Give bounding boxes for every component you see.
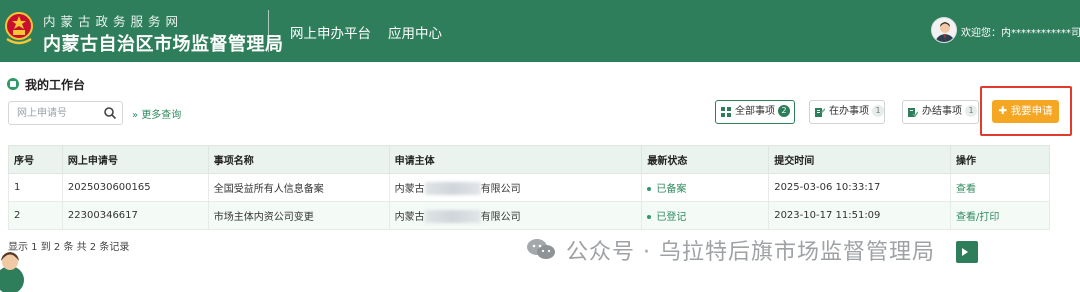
filter-in-progress[interactable]: 在办事项 1	[809, 100, 885, 124]
status-text: 已备案	[656, 184, 687, 195]
redacted-blur	[424, 182, 481, 196]
site-title: 内蒙古自治区市场监督管理局	[43, 34, 284, 55]
doc-edit-icon	[815, 108, 825, 117]
view-link[interactable]: 查看	[956, 184, 976, 195]
cell-status: 已登记	[641, 201, 770, 230]
subject-prefix: 内蒙古	[394, 183, 425, 195]
pagination-summary: 显示 1 到 2 条 共 2 条记录	[8, 242, 130, 253]
col-header-no: 序号	[8, 145, 63, 174]
watermark-text: 公众号 · 乌拉特后旗市场监督管理局	[566, 240, 935, 265]
avatar[interactable]	[931, 17, 957, 43]
status-dot-icon	[647, 187, 652, 191]
assistant-icon	[0, 252, 24, 292]
cell-item: 市场主体内资公司变更	[207, 201, 390, 230]
filter-all-count: 2	[778, 105, 790, 117]
table-row: 2 22300346617 市场主体内资公司变更 内蒙古 有限公司 已登记 202…	[8, 201, 1050, 230]
next-page-button[interactable]	[956, 241, 978, 263]
col-header-status: 最新状态	[641, 145, 770, 174]
doc-check-icon	[908, 108, 918, 117]
grid-icon	[721, 107, 731, 117]
welcome-text: 欢迎您：内************司	[961, 28, 1080, 39]
filter-completed[interactable]: 办结事项 1	[902, 100, 979, 124]
search-box	[8, 101, 123, 125]
national-emblem-logo	[5, 12, 33, 45]
cell-action: 查看	[950, 173, 1050, 202]
cell-item: 全国受益所有人信息备案	[207, 173, 390, 202]
more-query-link[interactable]: » 更多查询	[132, 106, 181, 121]
filter-all-label: 全部事项	[735, 106, 775, 117]
col-header-time: 提交时间	[768, 145, 952, 174]
workbench-icon	[7, 78, 19, 90]
plus-icon: ✚	[998, 105, 1008, 117]
cell-no: 2	[8, 201, 63, 230]
table-header-row: 序号 网上申请号 事项名称 申请主体 最新状态 提交时间 操作	[8, 145, 1050, 174]
apply-button[interactable]: ✚ 我要申请	[992, 100, 1059, 123]
cell-app-no: 2025030600165	[61, 173, 209, 202]
status-text: 已登记	[656, 212, 687, 223]
table-row: 1 2025030600165 全国受益所有人信息备案 内蒙古 有限公司 已备案 …	[8, 173, 1050, 202]
subject-suffix: 有限公司	[480, 183, 521, 195]
view-print-link[interactable]: 查看/打印	[956, 212, 999, 223]
applications-table: 序号 网上申请号 事项名称 申请主体 最新状态 提交时间 操作 1 202503…	[8, 145, 1050, 230]
workbench-title: 我的工作台	[25, 78, 86, 92]
header-divider	[268, 10, 269, 52]
nav-online-platform[interactable]: 网上申办平台	[290, 22, 371, 42]
site-subtitle: 内蒙古政务服务网	[43, 14, 184, 29]
assistant-avatar[interactable]	[0, 246, 24, 292]
double-chevron-down-icon: »	[132, 110, 139, 121]
filter-completed-label: 办结事项	[922, 106, 962, 117]
search-icon[interactable]	[103, 106, 117, 120]
filter-in-progress-label: 在办事项	[829, 106, 869, 117]
more-query-label: 更多查询	[141, 110, 182, 121]
cell-time: 2025-03-06 10:33:17	[768, 173, 952, 202]
subject-suffix: 有限公司	[480, 211, 521, 223]
filter-completed-count: 1	[965, 105, 977, 117]
apply-button-label: 我要申请	[1010, 105, 1053, 117]
redacted-blur	[424, 210, 481, 224]
search-input[interactable]	[10, 103, 98, 123]
cell-time: 2023-10-17 11:51:09	[768, 201, 952, 230]
cell-no: 1	[8, 173, 63, 202]
col-header-action: 操作	[950, 145, 1050, 174]
user-avatar-icon	[935, 22, 955, 42]
subject-prefix: 内蒙古	[394, 211, 425, 223]
col-header-subject: 申请主体	[388, 145, 643, 174]
nav-app-center[interactable]: 应用中心	[388, 22, 442, 42]
cell-subject: 内蒙古 有限公司	[388, 173, 643, 202]
wechat-icon	[527, 239, 555, 259]
status-dot-icon	[647, 215, 652, 219]
cell-status: 已备案	[641, 173, 770, 202]
col-header-app-no: 网上申请号	[61, 145, 209, 174]
cell-action: 查看/打印	[950, 201, 1050, 230]
cell-app-no: 22300346617	[61, 201, 209, 230]
cell-subject: 内蒙古 有限公司	[388, 201, 643, 230]
top-header: 内蒙古政务服务网 内蒙古自治区市场监督管理局 网上申办平台 应用中心 欢迎您：内…	[0, 0, 1080, 62]
col-header-item: 事项名称	[207, 145, 390, 174]
filter-all-items[interactable]: 全部事项 2	[715, 100, 795, 124]
filter-in-progress-count: 1	[872, 105, 884, 117]
